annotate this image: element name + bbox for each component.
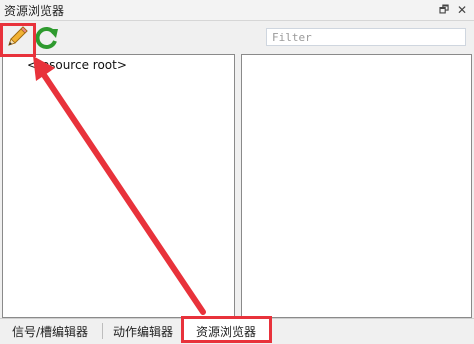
resource-tree-pane[interactable]: <resource root> [2, 54, 235, 318]
close-icon[interactable]: ✕ [454, 2, 470, 18]
filter-input[interactable] [266, 28, 466, 46]
annotation-highlight-tab [181, 316, 272, 343]
tab-divider [102, 323, 103, 339]
annotation-highlight-edit [0, 23, 36, 57]
tree-item-resource-root[interactable]: <resource root> [27, 58, 127, 72]
refresh-button[interactable] [34, 25, 60, 51]
tab-signal-slot-editor[interactable]: 信号/槽编辑器 [12, 323, 88, 340]
refresh-icon [34, 25, 60, 51]
restore-icon[interactable]: 🗗 [436, 2, 452, 18]
window-titlebar: 资源浏览器 🗗 ✕ [0, 0, 474, 21]
tab-action-editor[interactable]: 动作编辑器 [113, 323, 173, 340]
window-title: 资源浏览器 [4, 2, 64, 19]
resource-view-pane[interactable] [241, 54, 472, 318]
